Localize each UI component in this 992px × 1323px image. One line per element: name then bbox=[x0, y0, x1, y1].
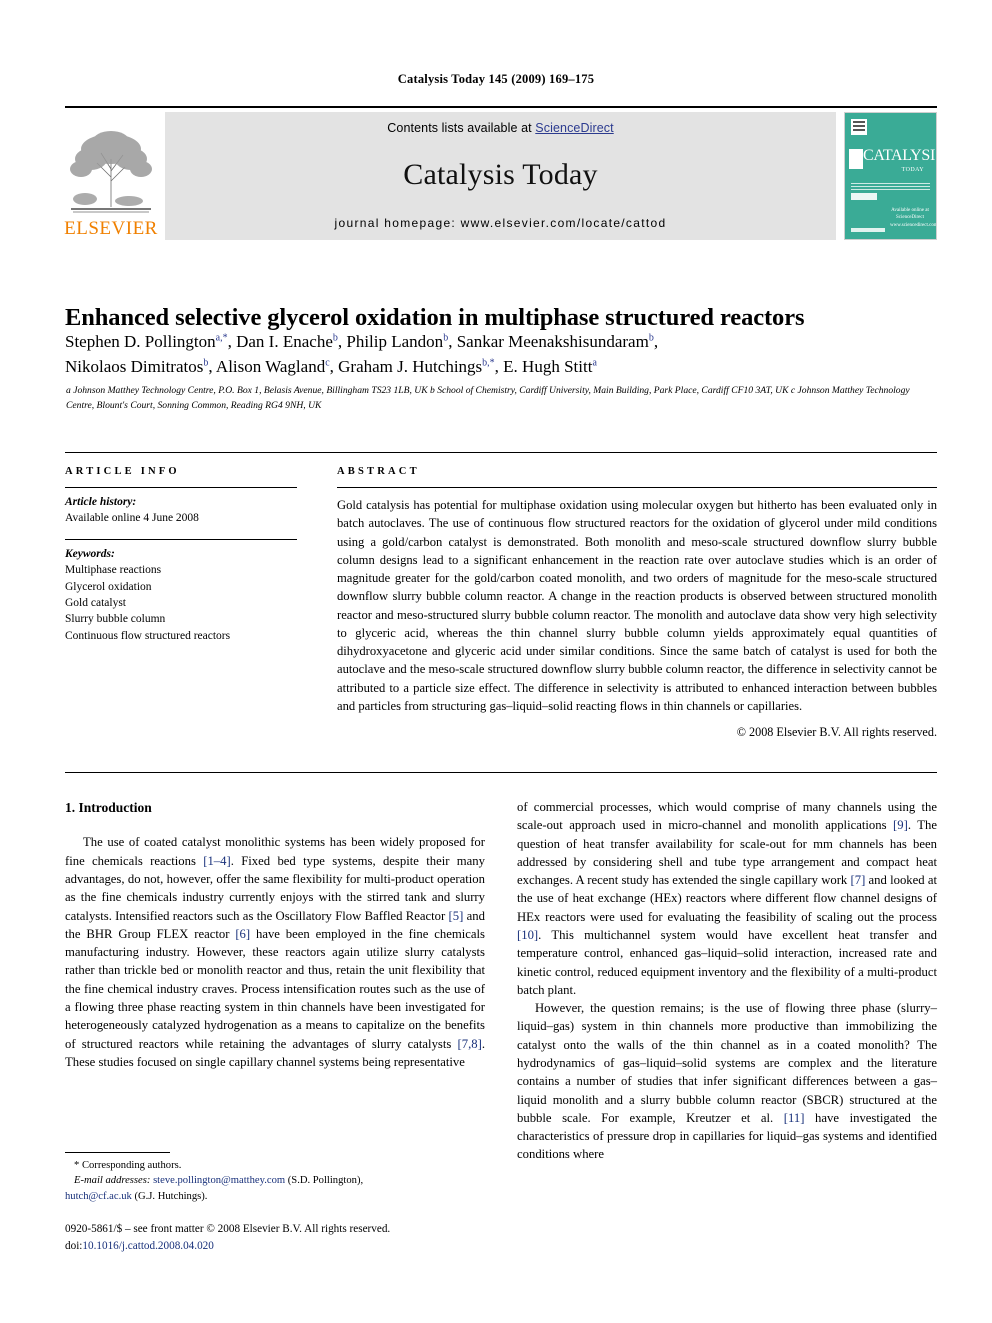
cover-footer-brand: Available online at ScienceDirect www.sc… bbox=[890, 207, 936, 230]
cover-footer-mark bbox=[851, 228, 885, 232]
article-info-heading: ARTICLE INFO bbox=[65, 466, 180, 477]
keyword-item: Slurry bubble column bbox=[65, 613, 166, 626]
article-history-label: Article history: bbox=[65, 496, 137, 508]
elsevier-tree-icon bbox=[69, 121, 153, 217]
email-link-pollington[interactable]: steve.pollington@matthey.com bbox=[153, 1175, 285, 1186]
footnote-divider bbox=[65, 1152, 170, 1153]
abstract-text: Gold catalysis has potential for multiph… bbox=[337, 498, 937, 713]
article-history-value: Available online 4 June 2008 bbox=[65, 512, 199, 524]
email-owner-hutchings: (G.J. Hutchings). bbox=[131, 1190, 208, 1202]
journal-masthead: ELSEVIER Contents lists available at Sci… bbox=[64, 106, 937, 240]
cover-subtitle: TODAY bbox=[901, 167, 924, 173]
intro-paragraph-right-2: However, the question remains; is the us… bbox=[517, 1001, 937, 1162]
journal-title: Catalysis Today bbox=[403, 157, 598, 191]
footnote-block: * Corresponding authors. E-mail addresse… bbox=[65, 1158, 485, 1204]
contents-available-line: Contents lists available at ScienceDirec… bbox=[387, 121, 613, 135]
cover-footer-url: www.sciencedirect.com bbox=[890, 222, 937, 228]
cover-footer-brandname: ScienceDirect bbox=[895, 215, 925, 220]
keyword-item: Glycerol oxidation bbox=[65, 580, 152, 593]
sciencedirect-link[interactable]: ScienceDirect bbox=[535, 121, 613, 135]
imprint-block: 0920-5861/$ – see front matter © 2008 El… bbox=[65, 1221, 535, 1255]
author-list: Stephen D. Pollingtona,*, Dan I. Enacheb… bbox=[65, 330, 937, 379]
article-info-section: ARTICLE INFO Article history: Available … bbox=[65, 466, 297, 644]
cover-ci-mark bbox=[849, 149, 863, 169]
journal-homepage[interactable]: journal homepage: www.elsevier.com/locat… bbox=[335, 216, 667, 230]
keyword-item: Gold catalyst bbox=[65, 596, 126, 609]
journal-banner: Contents lists available at ScienceDirec… bbox=[165, 112, 836, 240]
email-addresses-line: E-mail addresses: steve.pollington@matth… bbox=[65, 1173, 485, 1188]
cover-texture-lines bbox=[851, 183, 930, 192]
contents-prefix: Contents lists available at bbox=[387, 121, 536, 135]
body-column-left: 1. Introduction The use of coated cataly… bbox=[65, 798, 485, 1071]
affiliation-list: a Johnson Matthey Technology Centre, P.O… bbox=[66, 385, 910, 411]
divider-above-info bbox=[65, 452, 937, 453]
article-info-rule bbox=[65, 487, 297, 488]
email-line-2: hutch@cf.ac.uk (G.J. Hutchings). bbox=[65, 1189, 485, 1204]
journal-cover: CATALYSIS TODAY Available online at Scie… bbox=[844, 112, 937, 240]
section-heading-introduction: 1. Introduction bbox=[65, 800, 152, 815]
abstract-section: ABSTRACT Gold catalysis has potential fo… bbox=[337, 466, 937, 740]
corresponding-author-note: * Corresponding authors. bbox=[74, 1160, 182, 1171]
doi-line: doi:10.1016/j.cattod.2008.04.020 bbox=[65, 1238, 535, 1255]
cover-footer-note: Available online at bbox=[891, 207, 929, 213]
email-link-hutchings[interactable]: hutch@cf.ac.uk bbox=[65, 1191, 132, 1202]
keyword-item: Continuous flow structured reactors bbox=[65, 629, 231, 642]
elsevier-wordmark: ELSEVIER bbox=[64, 218, 158, 239]
keywords-rule bbox=[65, 539, 297, 541]
keyword-item: Multiphase reactions bbox=[65, 564, 162, 577]
author-line-2: Nikolaos Dimitratosb, Alison Waglandc, G… bbox=[65, 356, 597, 376]
elsevier-mark-icon bbox=[851, 119, 867, 135]
issn-front-matter: 0920-5861/$ – see front matter © 2008 El… bbox=[65, 1223, 391, 1235]
body-column-right: of commercial processes, which would com… bbox=[517, 798, 937, 1164]
email-addresses-label: E-mail addresses: bbox=[74, 1175, 151, 1187]
intro-paragraph-right-1: of commercial processes, which would com… bbox=[517, 800, 937, 997]
cover-block-mark bbox=[851, 193, 877, 200]
author-line-1: Stephen D. Pollingtona,*, Dan I. Enacheb… bbox=[65, 332, 659, 351]
divider-below-abstract bbox=[65, 772, 937, 773]
cover-title: CATALYSIS bbox=[863, 147, 937, 164]
intro-paragraph-left: The use of coated catalyst monolithic sy… bbox=[65, 835, 485, 1069]
keywords-list: Multiphase reactions Glycerol oxidation … bbox=[65, 562, 297, 644]
paper-page: Catalysis Today 145 (2009) 169–175 ELSEV… bbox=[0, 0, 992, 1323]
page-title: Enhanced selective glycerol oxidation in… bbox=[65, 304, 805, 332]
doi-prefix: doi: bbox=[65, 1239, 83, 1252]
journal-cover-thumbnail: CATALYSIS TODAY Available online at Scie… bbox=[844, 112, 937, 240]
elsevier-logo: ELSEVIER bbox=[64, 112, 158, 240]
running-head: Catalysis Today 145 (2009) 169–175 bbox=[397, 72, 595, 86]
abstract-rule bbox=[337, 487, 937, 488]
email-owner-pollington: (S.D. Pollington), bbox=[285, 1175, 364, 1187]
abstract-copyright: © 2008 Elsevier B.V. All rights reserved… bbox=[736, 725, 937, 739]
doi-link[interactable]: 10.1016/j.cattod.2008.04.020 bbox=[82, 1240, 213, 1252]
abstract-heading: ABSTRACT bbox=[337, 466, 420, 477]
keywords-label: Keywords: bbox=[65, 548, 115, 561]
